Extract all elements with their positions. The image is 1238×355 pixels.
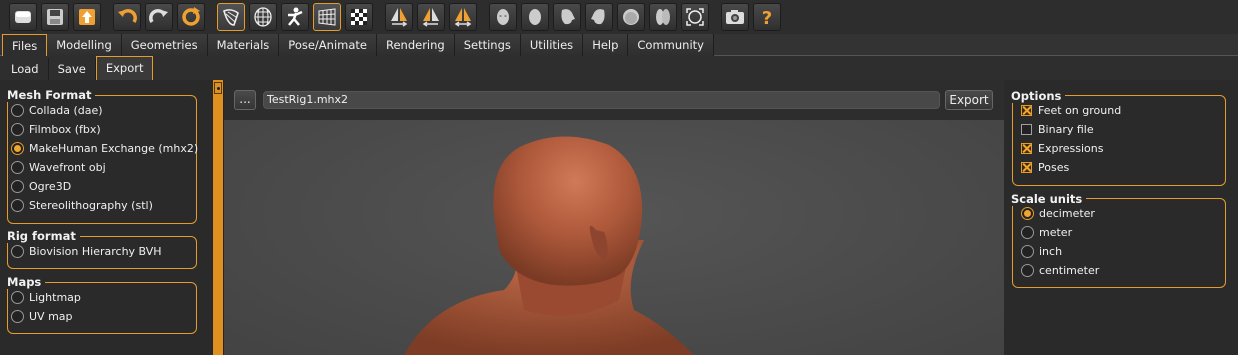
mesh-format-option[interactable]: Collada (dae) [11, 101, 103, 119]
human-model [404, 136, 694, 355]
tab-settings[interactable]: Settings [454, 34, 521, 56]
tab-files[interactable]: Files [2, 34, 48, 57]
background-grid-icon[interactable] [313, 3, 341, 31]
binary-file-option[interactable]: Binary file [1021, 120, 1094, 138]
svg-text:?: ? [762, 8, 772, 28]
subtab-save[interactable]: Save [49, 58, 96, 80]
mesh-format-option[interactable]: Wavefront obj [11, 158, 106, 176]
bottom-view-icon[interactable] [649, 3, 677, 31]
mesh-format-title: Mesh Format [7, 88, 96, 102]
mesh-format-option[interactable]: MakeHuman Exchange (mhx2) [11, 139, 198, 157]
maps-title: Maps [7, 275, 46, 289]
main-tab-bar: Files Modelling Geometries Materials Pos… [0, 34, 1238, 57]
main-toolbar: ? [0, 0, 1238, 34]
right-view-icon[interactable] [585, 3, 613, 31]
checkbox-checked[interactable] [1021, 104, 1032, 116]
export-icon[interactable] [73, 3, 101, 31]
head-shape [493, 136, 643, 286]
tab-utilities[interactable]: Utilities [520, 34, 584, 56]
rig-format-title: Rig format [7, 229, 80, 243]
scroll-handle-icon[interactable] [214, 82, 222, 94]
subtab-export[interactable]: Export [95, 56, 154, 80]
scale-unit-option[interactable]: decimeter [1021, 204, 1095, 222]
back-view-icon[interactable] [521, 3, 549, 31]
mesh-format-option[interactable]: Filmbox (fbx) [11, 120, 101, 138]
right-panel: Options Feet on ground Binary file Expre… [1004, 80, 1238, 355]
file-path-bar: ... TestRig1.mhx2 Export [224, 80, 1004, 120]
mesh-format-option[interactable]: Stereolithography (stl) [11, 196, 153, 214]
tab-rendering[interactable]: Rendering [376, 34, 455, 56]
left-view-icon[interactable] [553, 3, 581, 31]
scale-unit-option[interactable]: meter [1021, 223, 1072, 241]
checker-icon[interactable] [345, 3, 373, 31]
expressions-option[interactable]: Expressions [1021, 139, 1103, 157]
radio-button[interactable] [11, 160, 24, 174]
export-button[interactable]: Export [945, 90, 993, 110]
radio-button[interactable] [1021, 225, 1034, 239]
maps-option[interactable]: Lightmap [11, 288, 81, 306]
radio-button[interactable] [11, 290, 24, 304]
tab-pose-animate[interactable]: Pose/Animate [279, 34, 377, 56]
save-icon[interactable] [41, 3, 69, 31]
redo-icon[interactable] [145, 3, 173, 31]
subtab-load[interactable]: Load [2, 58, 49, 80]
scrollbar-thumb[interactable] [213, 80, 223, 355]
pose-icon[interactable] [281, 3, 309, 31]
scale-unit-option[interactable]: inch [1021, 242, 1062, 260]
tab-modelling[interactable]: Modelling [47, 34, 122, 56]
sub-tab-bar: Load Save Export [0, 56, 1238, 80]
radio-button[interactable] [11, 198, 24, 212]
wireframe-icon[interactable] [249, 3, 277, 31]
tab-geometries[interactable]: Geometries [121, 34, 208, 56]
top-view-icon[interactable] [617, 3, 645, 31]
radio-button[interactable] [11, 244, 24, 258]
front-view-icon[interactable] [489, 3, 517, 31]
radio-button-selected[interactable] [1021, 206, 1034, 220]
checkbox-checked[interactable] [1021, 142, 1032, 154]
mesh-format-option[interactable]: Ogre3D [11, 177, 71, 195]
browse-button[interactable]: ... [234, 90, 256, 110]
tab-community[interactable]: Community [628, 34, 714, 56]
radio-button[interactable] [11, 309, 24, 323]
checkbox-checked[interactable] [1021, 161, 1032, 173]
undo-icon[interactable] [113, 3, 141, 31]
3d-viewport[interactable] [224, 120, 1004, 355]
scale-unit-option[interactable]: centimeter [1021, 261, 1099, 279]
center-area: ... TestRig1.mhx2 Export [224, 80, 1004, 355]
app-icon[interactable] [9, 3, 37, 31]
smooth-icon[interactable] [217, 3, 245, 31]
radio-button[interactable] [11, 179, 24, 193]
radio-button[interactable] [11, 122, 24, 136]
reset-icon[interactable] [177, 3, 205, 31]
symmetry-icon[interactable] [449, 3, 477, 31]
radio-button-selected[interactable] [11, 141, 24, 155]
poses-option[interactable]: Poses [1021, 158, 1069, 176]
feet-on-ground-option[interactable]: Feet on ground [1021, 101, 1121, 119]
radio-button[interactable] [1021, 263, 1034, 277]
screenshot-icon[interactable] [721, 3, 749, 31]
radio-button[interactable] [11, 103, 24, 117]
radio-button[interactable] [1021, 244, 1034, 258]
left-panel-scrollbar[interactable] [212, 80, 224, 355]
maps-option[interactable]: UV map [11, 307, 73, 325]
help-icon[interactable]: ? [753, 3, 781, 31]
rig-format-option[interactable]: Biovision Hierarchy BVH [11, 242, 162, 260]
symmetry-left-icon[interactable] [417, 3, 445, 31]
tab-help[interactable]: Help [583, 34, 629, 56]
filename-input[interactable]: TestRig1.mhx2 [263, 91, 940, 109]
symmetry-right-icon[interactable] [385, 3, 413, 31]
left-panel: Mesh Format Collada (dae) Filmbox (fbx) … [0, 80, 210, 355]
reset-camera-icon[interactable] [681, 3, 709, 31]
checkbox[interactable] [1021, 123, 1032, 135]
tab-materials[interactable]: Materials [207, 34, 280, 56]
